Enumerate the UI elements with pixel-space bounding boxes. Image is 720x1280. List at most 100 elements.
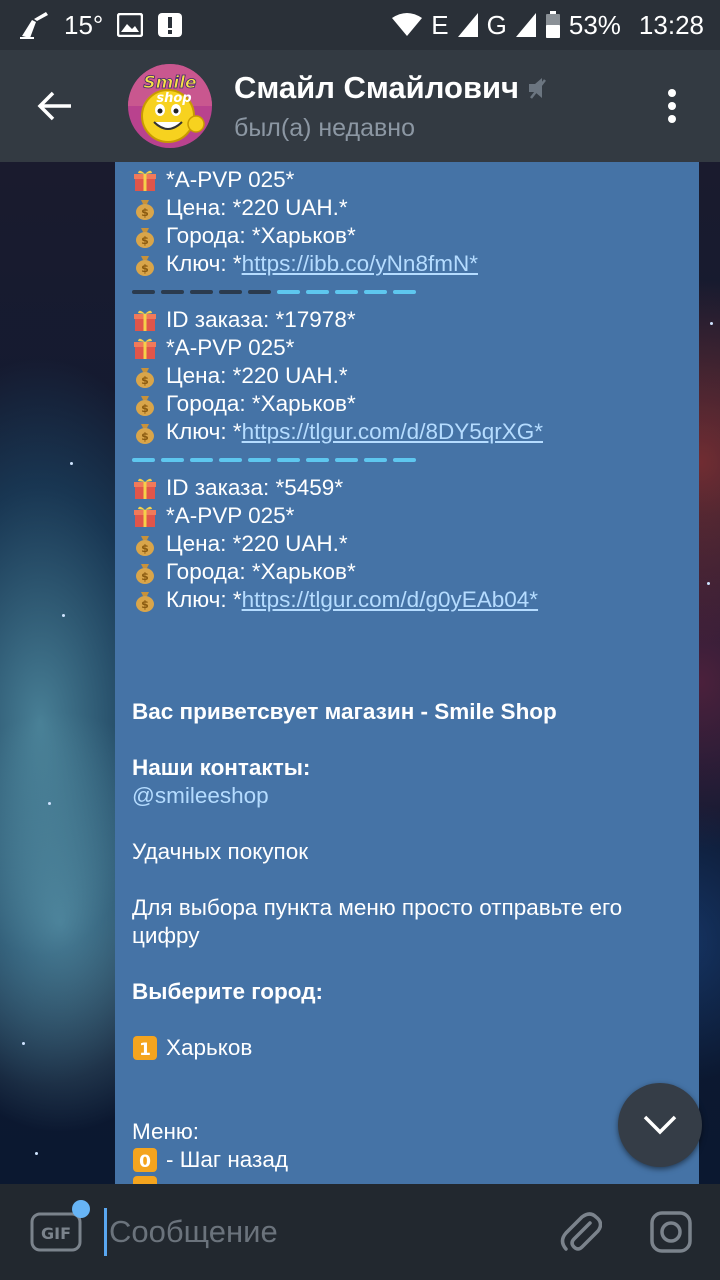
list-item: ID заказа: *5459* (132, 474, 681, 502)
svg-text:$: $ (141, 206, 149, 219)
svg-text:$: $ (141, 430, 149, 443)
gif-button[interactable]: GIF (30, 1200, 90, 1252)
more-options-button[interactable] (642, 50, 702, 162)
keycap-one-icon: 1 (132, 1035, 158, 1061)
key-label: Ключ: * (166, 587, 242, 612)
battery-percent: 53% (568, 9, 621, 40)
gift-icon (132, 503, 158, 529)
list-item: *A-PVP 025* (132, 166, 681, 194)
gift-icon (132, 307, 158, 333)
list-item (132, 1174, 681, 1184)
list-item: *A-PVP 025* (132, 334, 681, 362)
list-item: $ Ключ: * https://tlgur.com/d/g0yEAb04* (132, 586, 681, 614)
svg-text:1: 1 (139, 1040, 151, 1060)
money-bag-icon: $ (132, 587, 158, 613)
product-text: *A-PVP 025* (166, 503, 295, 528)
text-cursor (104, 1208, 107, 1256)
list-item: $ Ключ: * https://tlgur.com/d/8DY5qrXG* (132, 418, 681, 446)
svg-text:shop: shop (156, 91, 191, 106)
city-text: Города: *Харьков* (166, 223, 356, 248)
gift-icon (132, 475, 158, 501)
separator (132, 278, 681, 306)
welcome-text: Вас приветсвует магазин - Smile Shop (132, 699, 557, 724)
gif-icon: GIF (30, 1212, 82, 1252)
chat-title: Смайл Смайлович (234, 69, 520, 105)
price-text: Цена: *220 UAH.* (166, 363, 348, 388)
gift-icon (132, 167, 158, 193)
svg-text:0: 0 (139, 1152, 151, 1172)
money-bag-icon: $ (132, 363, 158, 389)
money-bag-icon: $ (132, 223, 158, 249)
chevron-down-icon (643, 1115, 677, 1135)
city-text: Города: *Харьков* (166, 559, 356, 584)
message-bubble: *A-PVP 025* $ Цена: *220 UAH.* $ Города:… (115, 162, 699, 1184)
svg-text:$: $ (141, 234, 149, 247)
alert-icon (157, 12, 183, 38)
instruction-text: Для выбора пункта меню просто отправьте … (132, 895, 623, 948)
paperclip-icon (560, 1212, 602, 1251)
svg-text:GIF: GIF (41, 1224, 71, 1243)
attach-button[interactable] (556, 1207, 606, 1257)
list-item: $ Цена: *220 UAH.* (132, 194, 681, 222)
key-link[interactable]: https://ibb.co/yNn8fmN* (242, 250, 478, 278)
money-bag-icon: $ (132, 195, 158, 221)
svg-text:$: $ (141, 542, 149, 555)
smile-shop-logo: Smile shop (128, 64, 212, 148)
list-item: $ Города: *Харьков* (132, 222, 681, 250)
message-input[interactable]: Сообщение (109, 1214, 278, 1250)
list-item: 1 Харьков (132, 1034, 681, 1062)
key-label: Ключ: * (166, 419, 242, 444)
price-text: Цена: *220 UAH.* (166, 531, 348, 556)
wifi-icon (391, 12, 423, 38)
clock: 13:28 (638, 9, 704, 40)
order-id-text: ID заказа: *5459* (166, 475, 344, 500)
signal-icon (457, 12, 479, 38)
city-option-text: Харьков (166, 1035, 253, 1060)
order-id-text: ID заказа: *17978* (166, 307, 356, 332)
price-text: Цена: *220 UAH.* (166, 195, 348, 220)
message-input-bar: GIF Сообщение (0, 1184, 720, 1280)
svg-text:$: $ (141, 374, 149, 387)
money-bag-icon: $ (132, 419, 158, 445)
svg-text:$: $ (141, 262, 149, 275)
gallery-icon (117, 13, 144, 37)
chat-header: Smile shop Смайл Смайлович был(а) недавн… (0, 50, 720, 162)
muted-icon (529, 77, 552, 99)
list-item: $ Города: *Харьков* (132, 390, 681, 418)
contacts-handle-link[interactable]: @smileeshop (132, 782, 269, 810)
back-button[interactable] (0, 50, 110, 162)
svg-text:Smile: Smile (143, 73, 196, 93)
menu-label: Меню: (132, 1119, 200, 1144)
key-link[interactable]: https://tlgur.com/d/g0yEAb04* (242, 586, 538, 614)
money-bag-icon: $ (132, 559, 158, 585)
keycap-icon (132, 1175, 158, 1184)
list-item: $ Цена: *220 UAH.* (132, 362, 681, 390)
product-text: *A-PVP 025* (166, 335, 295, 360)
list-item: 0 - Шаг назад (132, 1146, 681, 1174)
contacts-label: Наши контакты: (132, 755, 311, 780)
signal-icon-2 (515, 12, 537, 38)
last-seen-status: был(а) недавно (234, 113, 416, 142)
arrow-left-icon (37, 91, 71, 121)
gift-icon (132, 335, 158, 361)
key-link[interactable]: https://tlgur.com/d/8DY5qrXG* (242, 418, 543, 446)
battery-icon (545, 11, 561, 39)
svg-text:$: $ (141, 598, 149, 611)
money-bag-icon: $ (132, 251, 158, 277)
keycap-zero-icon: 0 (132, 1147, 158, 1173)
avatar[interactable]: Smile shop (128, 64, 212, 148)
network-type-e: E (431, 9, 449, 40)
svg-text:$: $ (141, 570, 149, 583)
network-type-g: G (486, 9, 507, 40)
list-item: $ Ключ: * https://ibb.co/yNn8fmN* (132, 250, 681, 278)
temperature-text: 15° (64, 9, 104, 40)
key-label: Ключ: * (166, 251, 242, 276)
city-text: Города: *Харьков* (166, 391, 356, 416)
list-item: ID заказа: *17978* (132, 306, 681, 334)
scroll-down-button[interactable] (618, 1083, 702, 1167)
notification-dot (72, 1200, 90, 1218)
menu-option-text: - Шаг назад (166, 1147, 288, 1172)
camera-button[interactable] (646, 1207, 696, 1257)
money-bag-icon: $ (132, 531, 158, 557)
good-luck-text: Удачных покупок (132, 839, 309, 864)
